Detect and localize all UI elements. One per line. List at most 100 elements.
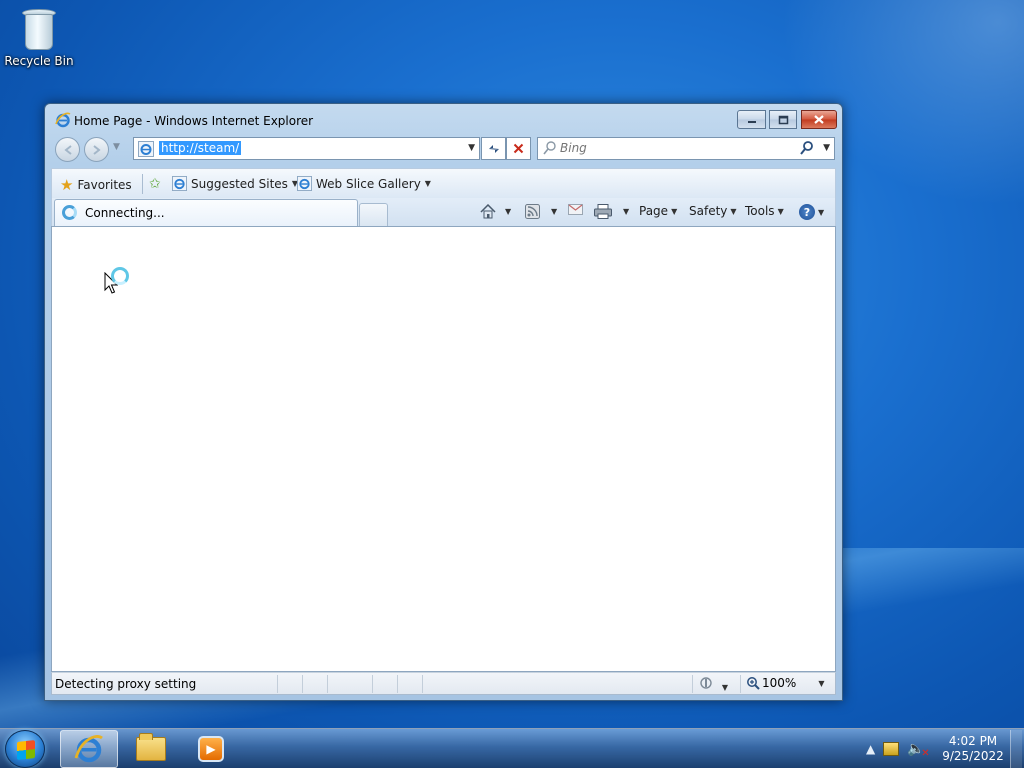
favorites-star-icon: ★ bbox=[60, 176, 74, 194]
chevron-down-icon[interactable]: ▼ bbox=[818, 679, 824, 688]
system-tray: ▲ 🔈 ✕ bbox=[866, 729, 930, 768]
help-menu[interactable]: ? ▼ bbox=[799, 204, 824, 220]
chevron-down-icon: ▼ bbox=[777, 206, 784, 216]
clock-time: 4:02 PM bbox=[948, 734, 998, 748]
separator bbox=[142, 174, 143, 194]
status-divider bbox=[422, 675, 423, 693]
start-button[interactable] bbox=[5, 730, 45, 768]
forward-button[interactable] bbox=[84, 137, 109, 162]
clock-date: 9/25/2022 bbox=[942, 749, 1004, 763]
read-mail-button[interactable] bbox=[568, 204, 583, 216]
status-divider bbox=[302, 675, 303, 693]
address-url[interactable]: http://steam/ bbox=[159, 141, 242, 155]
stop-button[interactable] bbox=[506, 137, 531, 160]
safety-menu-label: Safety bbox=[689, 204, 728, 218]
feeds-icon bbox=[525, 204, 540, 219]
mail-icon bbox=[568, 204, 583, 215]
action-center-flag-icon[interactable] bbox=[883, 742, 900, 756]
system-clock[interactable]: 4:02 PM 9/25/2022 bbox=[940, 734, 1006, 764]
chevron-down-icon: ▼ bbox=[818, 207, 825, 217]
help-icon: ? bbox=[799, 204, 815, 220]
status-divider bbox=[372, 675, 373, 693]
favorites-item-web-slice-gallery[interactable]: Web Slice Gallery ▼ bbox=[297, 176, 431, 191]
recycle-bin-icon bbox=[21, 6, 57, 50]
search-input[interactable] bbox=[560, 141, 790, 155]
internet-explorer-icon bbox=[172, 176, 187, 191]
show-desktop-button[interactable] bbox=[1010, 730, 1022, 768]
status-divider bbox=[327, 675, 328, 693]
tab-connecting[interactable]: Connecting... bbox=[54, 199, 358, 226]
status-divider bbox=[740, 675, 741, 693]
add-to-favorites-bar-button[interactable]: ✩ bbox=[149, 176, 161, 192]
show-hidden-icons-chevron-icon[interactable]: ▲ bbox=[866, 742, 875, 756]
close-button[interactable] bbox=[801, 110, 837, 129]
address-dropdown-icon[interactable]: ▼ bbox=[468, 143, 475, 153]
chevron-down-icon[interactable]: ▼ bbox=[551, 207, 557, 216]
favorites-item-label: Suggested Sites bbox=[191, 176, 288, 191]
favorites-item-label: Web Slice Gallery bbox=[316, 176, 421, 191]
windows-logo-icon bbox=[17, 740, 35, 760]
print-button[interactable]: ▼ bbox=[594, 204, 629, 219]
busy-cursor-icon bbox=[111, 267, 129, 285]
favorites-item-suggested-sites[interactable]: Suggested Sites ▼ bbox=[172, 176, 298, 191]
maximize-icon bbox=[778, 115, 788, 124]
taskbar-media-player[interactable]: ▶ bbox=[182, 730, 240, 768]
page-menu-label: Page bbox=[639, 204, 669, 218]
recent-pages-dropdown-icon[interactable]: ▼ bbox=[113, 142, 120, 152]
loading-spinner-icon bbox=[62, 205, 77, 220]
feeds-button[interactable]: ▼ bbox=[525, 204, 557, 219]
security-zone-icon bbox=[700, 677, 712, 689]
favorites-bar: ★ Favorites ✩ Suggested Sites ▼ Web Slic… bbox=[51, 168, 836, 198]
chevron-down-icon[interactable]: ▼ bbox=[623, 207, 629, 216]
title-bar[interactable]: Home Page - Windows Internet Explorer bbox=[45, 104, 842, 136]
address-bar[interactable]: http://steam/ ▼ bbox=[133, 137, 480, 160]
chevron-down-icon: ▼ bbox=[671, 206, 678, 216]
back-button[interactable] bbox=[55, 137, 80, 162]
protected-mode-status[interactable]: ▼ bbox=[698, 676, 728, 693]
desktop-icon-label: Recycle Bin bbox=[4, 54, 74, 68]
chevron-down-icon[interactable]: ▼ bbox=[505, 207, 511, 216]
desktop-icon-recycle-bin[interactable]: Recycle Bin bbox=[4, 4, 74, 68]
tab-label: Connecting... bbox=[85, 206, 165, 220]
minimize-icon bbox=[747, 120, 756, 123]
home-icon bbox=[480, 204, 496, 219]
search-box[interactable]: ▼ bbox=[537, 137, 835, 160]
taskbar-windows-explorer[interactable] bbox=[122, 730, 180, 768]
forward-arrow-icon bbox=[92, 144, 101, 155]
page-content-area[interactable] bbox=[51, 226, 836, 672]
page-ie-icon bbox=[138, 141, 154, 157]
internet-explorer-icon bbox=[74, 735, 103, 763]
close-icon bbox=[814, 115, 824, 124]
volume-muted-icon[interactable]: 🔈 ✕ bbox=[907, 741, 929, 759]
taskbar-internet-explorer[interactable] bbox=[60, 730, 118, 768]
zoom-control[interactable]: 100% ▼ bbox=[746, 676, 824, 690]
zoom-icon bbox=[747, 677, 760, 690]
chevron-down-icon: ▼ bbox=[424, 179, 431, 188]
taskbar: ▶ ▲ 🔈 ✕ 4:02 PM 9/25/2022 bbox=[0, 728, 1024, 768]
search-options-dropdown-icon[interactable]: ▼ bbox=[823, 143, 830, 153]
page-menu[interactable]: Page ▼ bbox=[639, 204, 677, 218]
search-icon[interactable] bbox=[800, 140, 814, 156]
browser-window: Home Page - Windows Internet Explorer ▼ … bbox=[44, 103, 843, 701]
folder-icon bbox=[136, 733, 166, 761]
home-button[interactable]: ▼ bbox=[480, 204, 511, 219]
tools-menu-label: Tools bbox=[745, 204, 775, 218]
chevron-down-icon: ▼ bbox=[730, 206, 737, 216]
minimize-button[interactable] bbox=[737, 110, 766, 129]
status-divider bbox=[277, 675, 278, 693]
media-player-icon: ▶ bbox=[198, 736, 224, 762]
refresh-button[interactable] bbox=[481, 137, 506, 160]
safety-menu[interactable]: Safety ▼ bbox=[689, 204, 737, 218]
status-divider bbox=[692, 675, 693, 693]
status-text: Detecting proxy setting bbox=[55, 677, 197, 691]
tab-and-command-bar: Connecting... ▼ ▼ ▼ Page ▼ Safety ▼ Tool… bbox=[51, 198, 836, 226]
new-tab-button[interactable] bbox=[359, 203, 388, 226]
maximize-button[interactable] bbox=[769, 110, 797, 129]
tools-menu[interactable]: Tools ▼ bbox=[745, 204, 784, 218]
stop-icon bbox=[513, 143, 524, 154]
chevron-down-icon[interactable]: ▼ bbox=[722, 683, 728, 692]
status-divider bbox=[397, 675, 398, 693]
favorites-button[interactable]: ★ Favorites bbox=[60, 176, 132, 194]
internet-explorer-icon bbox=[55, 112, 71, 128]
window-title: Home Page - Windows Internet Explorer bbox=[74, 114, 314, 128]
